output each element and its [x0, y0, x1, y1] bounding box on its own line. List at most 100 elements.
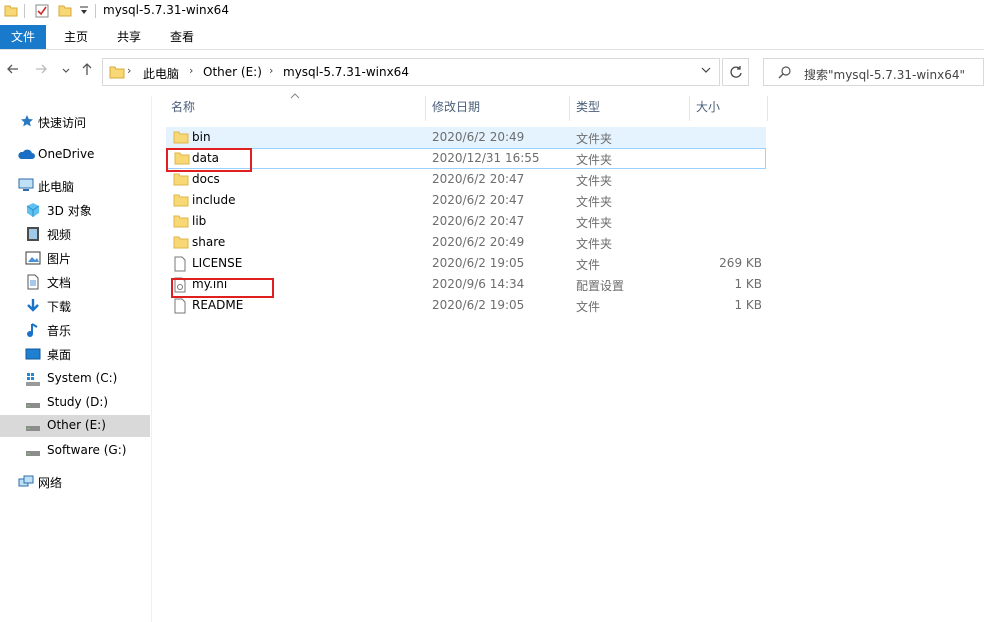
nav-label: 图片: [47, 252, 72, 266]
back-arrow-icon[interactable]: [6, 62, 20, 80]
column-header-size[interactable]: 大小: [696, 98, 720, 120]
nav-quick-access[interactable]: 快速访问: [0, 111, 150, 133]
file-name: docs: [192, 172, 220, 186]
downloads-icon: [25, 298, 41, 317]
file-name: README: [192, 298, 244, 312]
nav-label: Software (G:): [47, 443, 127, 457]
folder-icon[interactable]: [4, 3, 18, 20]
highlight-box-data: [166, 148, 252, 172]
tab-view[interactable]: 查看: [170, 25, 194, 49]
nav-label: 3D 对象: [47, 204, 92, 218]
file-row[interactable]: share 2020/6/2 20:49 文件夹: [166, 232, 766, 253]
window-title: mysql-5.7.31-winx64: [103, 3, 229, 17]
chevron-right-icon[interactable]: ›: [127, 64, 131, 77]
file-row[interactable]: data 2020/12/31 16:55 文件夹: [166, 148, 766, 169]
file-row[interactable]: lib 2020/6/2 20:47 文件夹: [166, 211, 766, 232]
new-folder-icon[interactable]: [58, 3, 72, 20]
file-row[interactable]: bin 2020/6/2 20:49 文件夹: [166, 127, 766, 148]
sidebar-item-other-e[interactable]: Other (E:): [0, 415, 150, 437]
recent-locations-icon[interactable]: [61, 64, 71, 80]
sort-ascending-icon: [290, 92, 300, 102]
file-name: bin: [192, 130, 211, 144]
file-row[interactable]: LICENSE 2020/6/2 19:05 文件 269 KB: [166, 253, 766, 274]
folder-icon: [109, 64, 125, 83]
tab-file[interactable]: 文件: [0, 25, 46, 49]
pictures-icon: [25, 250, 41, 269]
search-input[interactable]: 搜索"mysql-5.7.31-winx64": [763, 58, 984, 86]
nav-label: 快速访问: [38, 116, 87, 130]
nav-label: OneDrive: [38, 147, 95, 161]
sidebar-item-video[interactable]: 视频: [0, 223, 150, 245]
folder-icon: [173, 193, 189, 210]
file-date: 2020/6/2 20:47: [432, 172, 525, 186]
column-header-name[interactable]: 名称: [171, 98, 195, 120]
column-header-date[interactable]: 修改日期: [432, 98, 480, 120]
folder-icon: [173, 235, 189, 252]
refresh-button[interactable]: [722, 58, 749, 86]
column-divider[interactable]: [425, 96, 426, 121]
nav-this-pc[interactable]: 此电脑: [0, 175, 150, 197]
breadcrumb-drive[interactable]: Other (E:): [203, 65, 262, 79]
file-date: 2020/9/6 14:34: [432, 277, 525, 291]
drive-icon: [25, 395, 41, 414]
nav-label: 下载: [47, 300, 72, 314]
file-date: 2020/6/2 20:47: [432, 214, 525, 228]
sidebar-item-study-d[interactable]: Study (D:): [0, 392, 150, 414]
customize-dropdown-icon[interactable]: [79, 4, 89, 19]
cloud-icon: [17, 147, 35, 164]
address-bar[interactable]: › 此电脑 › Other (E:) › mysql-5.7.31-winx64: [102, 58, 720, 86]
chevron-right-icon[interactable]: ›: [269, 64, 273, 77]
sidebar-item-3d-objects[interactable]: 3D 对象: [0, 199, 150, 221]
nav-label: Other (E:): [47, 418, 106, 432]
nav-onedrive[interactable]: OneDrive: [0, 144, 150, 166]
file-date: 2020/6/2 19:05: [432, 256, 525, 270]
computer-icon: [18, 178, 34, 195]
chevron-down-icon[interactable]: [701, 65, 711, 78]
star-icon: [20, 114, 34, 131]
search-placeholder: 搜索"mysql-5.7.31-winx64": [804, 68, 965, 82]
divider: [95, 4, 96, 18]
sidebar-item-desktop[interactable]: 桌面: [0, 343, 150, 365]
file-name: include: [192, 193, 236, 207]
file-icon: [173, 298, 187, 317]
search-icon: [778, 65, 792, 82]
divider: [24, 4, 25, 18]
nav-label: 音乐: [47, 324, 72, 338]
nav-label: 视频: [47, 228, 72, 242]
nav-label: 桌面: [47, 348, 72, 362]
music-icon: [25, 322, 41, 341]
breadcrumb-folder[interactable]: mysql-5.7.31-winx64: [283, 65, 409, 79]
file-row[interactable]: docs 2020/6/2 20:47 文件夹: [166, 169, 766, 190]
file-row[interactable]: include 2020/6/2 20:47 文件夹: [166, 190, 766, 211]
sidebar-item-software-g[interactable]: Software (G:): [0, 440, 150, 462]
column-divider[interactable]: [569, 96, 570, 121]
column-header-type[interactable]: 类型: [576, 98, 600, 120]
drive-icon: [25, 418, 41, 437]
nav-label: Study (D:): [47, 395, 109, 409]
sidebar-item-system-c[interactable]: System (C:): [0, 368, 150, 390]
sidebar-item-documents[interactable]: 文档: [0, 271, 150, 293]
file-date: 2020/12/31 16:55: [432, 151, 540, 165]
chevron-right-icon[interactable]: ›: [189, 64, 193, 77]
file-name: share: [192, 235, 226, 249]
up-arrow-icon[interactable]: [80, 62, 94, 80]
3d-objects-icon: [25, 202, 41, 221]
sidebar-item-downloads[interactable]: 下载: [0, 295, 150, 317]
checkbox-properties-icon[interactable]: [34, 3, 50, 22]
column-divider[interactable]: [767, 96, 768, 121]
sidebar-item-network[interactable]: 网络: [0, 471, 150, 493]
sidebar-item-music[interactable]: 音乐: [0, 319, 150, 341]
title-bar: mysql-5.7.31-winx64: [0, 0, 984, 22]
file-type: 文件夹: [576, 132, 613, 146]
file-date: 2020/6/2 20:47: [432, 193, 525, 207]
sidebar-item-pictures[interactable]: 图片: [0, 247, 150, 269]
breadcrumb-this-pc[interactable]: 此电脑: [143, 65, 179, 82]
forward-arrow-icon[interactable]: [34, 62, 48, 80]
file-type: 文件夹: [576, 216, 613, 230]
file-type: 文件: [576, 300, 601, 314]
column-divider[interactable]: [689, 96, 690, 121]
file-row[interactable]: README 2020/6/2 19:05 文件 1 KB: [166, 295, 766, 316]
tab-home[interactable]: 主页: [64, 25, 88, 49]
tab-share[interactable]: 共享: [117, 25, 141, 49]
network-icon: [18, 474, 34, 493]
